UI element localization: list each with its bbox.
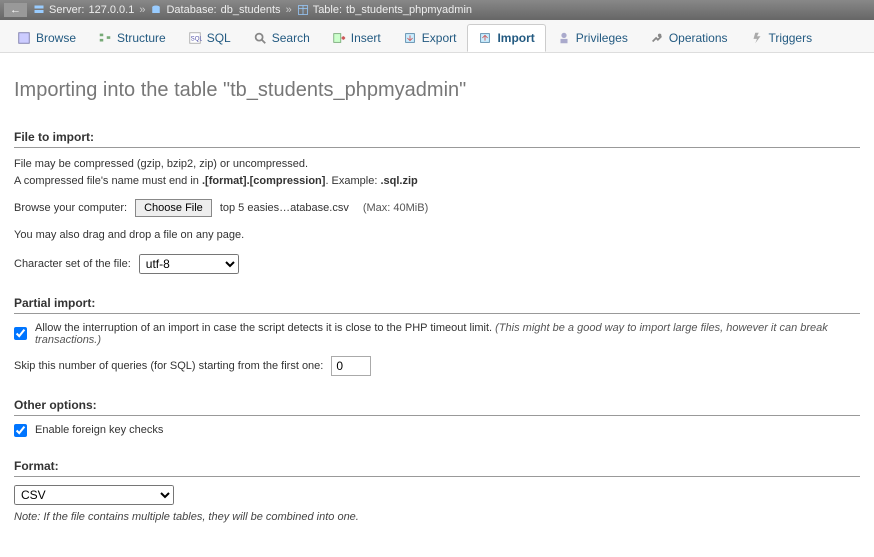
tab-structure[interactable]: Structure: [87, 24, 177, 52]
interrupt-label: Allow the interruption of an import in c…: [35, 322, 860, 346]
browse-label: Browse your computer:: [14, 202, 127, 214]
format-select[interactable]: CSV: [14, 485, 174, 505]
tab-export[interactable]: Export: [392, 24, 468, 52]
tab-import[interactable]: Import: [467, 24, 545, 52]
skip-row: Skip this number of queries (for SQL) st…: [14, 356, 860, 376]
breadcrumb-db-value: db_students: [221, 4, 281, 16]
other-options-section: Other options: Enable foreign key checks: [14, 398, 860, 437]
operations-icon: [650, 31, 664, 45]
tab-operations[interactable]: Operations: [639, 24, 739, 52]
tab-privileges[interactable]: Privileges: [546, 24, 639, 52]
file-help1: File may be compressed (gzip, bzip2, zip…: [14, 156, 860, 173]
breadcrumb-sep: »: [139, 4, 145, 16]
triggers-icon: [750, 31, 764, 45]
file-section-header: File to import:: [14, 130, 860, 148]
breadcrumb-table-label: Table:: [313, 4, 342, 16]
drag-drop-text: You may also drag and drop a file on any…: [14, 227, 860, 244]
export-icon: [403, 31, 417, 45]
search-icon: [253, 31, 267, 45]
table-icon: [297, 4, 309, 16]
breadcrumb-sep: »: [286, 4, 292, 16]
svg-text:SQL: SQL: [190, 36, 201, 43]
breadcrumb-database[interactable]: Database: db_students: [150, 4, 280, 16]
skip-label: Skip this number of queries (for SQL) st…: [14, 360, 323, 372]
charset-select[interactable]: utf-8: [139, 254, 239, 274]
sql-icon: SQL: [188, 31, 202, 45]
database-icon: [150, 4, 162, 16]
page-title: Importing into the table "tb_students_ph…: [14, 79, 860, 102]
interrupt-row: Allow the interruption of an import in c…: [14, 322, 860, 346]
other-section-header: Other options:: [14, 398, 860, 416]
tab-sql[interactable]: SQLSQL: [177, 24, 242, 52]
tab-search[interactable]: Search: [242, 24, 321, 52]
charset-label: Character set of the file:: [14, 258, 131, 270]
tab-triggers[interactable]: Triggers: [739, 24, 824, 52]
charset-row: Character set of the file: utf-8: [14, 254, 860, 274]
fk-label: Enable foreign key checks: [35, 424, 163, 436]
breadcrumb-table-value: tb_students_phpmyadmin: [346, 4, 472, 16]
structure-icon: [98, 31, 112, 45]
breadcrumb-bar: ← Server: 127.0.0.1 » Database: db_stude…: [0, 0, 874, 20]
browse-icon: [17, 31, 31, 45]
back-button[interactable]: ←: [4, 3, 27, 17]
file-help2: A compressed file's name must end in .[f…: [14, 173, 860, 190]
breadcrumb-table[interactable]: Table: tb_students_phpmyadmin: [297, 4, 472, 16]
fk-row: Enable foreign key checks: [14, 424, 860, 437]
privileges-icon: [557, 31, 571, 45]
partial-section-header: Partial import:: [14, 296, 860, 314]
format-note: Note: If the file contains multiple tabl…: [14, 511, 860, 523]
fk-checkbox[interactable]: [14, 424, 27, 437]
format-section-header: Format:: [14, 459, 860, 477]
breadcrumb-server-value: 127.0.0.1: [88, 4, 134, 16]
browse-row: Browse your computer: Choose File top 5 …: [14, 199, 860, 217]
content: Importing into the table "tb_students_ph…: [0, 53, 874, 557]
tabs: Browse Structure SQLSQL Search Insert Ex…: [0, 20, 874, 53]
skip-input[interactable]: [331, 356, 371, 376]
breadcrumb-server-label: Server:: [49, 4, 84, 16]
insert-icon: [332, 31, 346, 45]
max-size: (Max: 40MiB): [363, 202, 428, 214]
breadcrumb-db-label: Database:: [166, 4, 216, 16]
breadcrumb-server[interactable]: Server: 127.0.0.1: [33, 4, 134, 16]
interrupt-checkbox[interactable]: [14, 327, 27, 340]
tab-browse[interactable]: Browse: [6, 24, 87, 52]
choose-file-button[interactable]: Choose File: [135, 199, 212, 217]
chosen-file-name: top 5 easies…atabase.csv: [220, 202, 349, 214]
server-icon: [33, 4, 45, 16]
import-icon: [478, 31, 492, 45]
file-import-section: File to import: File may be compressed (…: [14, 130, 860, 274]
tab-insert[interactable]: Insert: [321, 24, 392, 52]
format-section: Format: CSV Note: If the file contains m…: [14, 459, 860, 523]
partial-import-section: Partial import: Allow the interruption o…: [14, 296, 860, 376]
